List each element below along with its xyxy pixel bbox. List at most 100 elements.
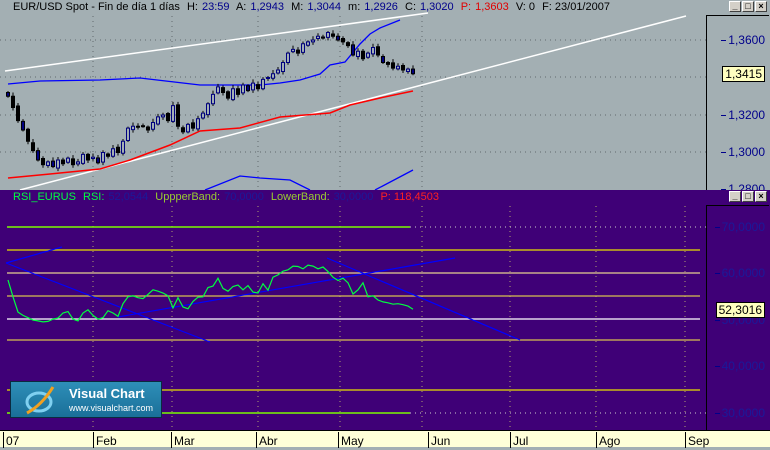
candle-down [26, 128, 30, 142]
a-label: A: [235, 1, 247, 13]
candle-down [136, 125, 140, 128]
lower-band-label: LowerBand: [270, 191, 330, 203]
candle-up [276, 69, 280, 74]
ml-value: 1,2926 [364, 1, 398, 13]
candle-up [81, 153, 85, 164]
candle-up [316, 35, 320, 39]
candle-up [216, 86, 220, 94]
candle-up [151, 122, 155, 130]
candle-up [196, 118, 200, 130]
upper-band-line [7, 19, 401, 86]
candle-up [156, 116, 160, 125]
minimize-button[interactable]: _ [729, 1, 741, 12]
candle-down [176, 104, 180, 127]
candle-up [266, 77, 270, 79]
time-axis[interactable]: 07 Feb Mar Abr May Jun Jul Ago Sep [0, 430, 770, 448]
price-tick: 1,3000 [721, 145, 765, 159]
month-label: Jul [510, 432, 528, 448]
m-label: M: [291, 1, 304, 13]
price-panel: EUR/USD Spot - Fin de día 1 días H: 23:59… [0, 0, 770, 196]
month-label: Mar [171, 432, 195, 448]
candle-up [56, 159, 60, 169]
candle-down [41, 158, 45, 166]
c-label: C: [405, 1, 416, 13]
rsi-tick: 70,0000 [714, 220, 765, 234]
candle-down [346, 42, 350, 47]
rsi-label: RSI: [83, 191, 105, 203]
rsi-value: 52,0544 [108, 191, 149, 203]
month-label: Abr [256, 432, 278, 448]
candle-up [121, 140, 125, 154]
month-label: 07 [3, 432, 19, 448]
candle-up [161, 114, 165, 118]
candle-up [126, 127, 130, 141]
lower-band-line-2 [374, 169, 414, 190]
lower-band-value: 30,0000 [333, 191, 374, 203]
candle-up [306, 41, 310, 46]
candle-up [66, 157, 70, 163]
candle-up [291, 48, 295, 53]
candle-up [186, 123, 190, 133]
price-title: EUR/USD Spot - Fin de día 1 días H: 23:59… [13, 1, 614, 13]
candle-up [201, 112, 205, 119]
candle-up [101, 152, 105, 163]
candle-down [401, 65, 405, 71]
last-rsi-label: 52,3016 [715, 302, 765, 318]
candle-up [241, 84, 245, 94]
candle-up [311, 39, 315, 43]
visual-chart-logo[interactable]: Visual Chart www.visualchart.com [10, 381, 162, 418]
candle-up [231, 88, 235, 101]
m-value: 1,3044 [307, 1, 341, 13]
candle-down [71, 158, 75, 166]
upper-band-value: 70,0000 [224, 191, 264, 203]
p-label: P: 118,4503 [380, 191, 439, 203]
price-axis[interactable]: 1,3600 1,3200 1,3000 1,2800 1,3415 [706, 15, 769, 196]
candle-down [411, 68, 415, 75]
rsi-tick: 40,0000 [714, 359, 765, 373]
candle-down [86, 153, 90, 161]
candle-down [321, 36, 325, 39]
candle-up [356, 50, 360, 57]
candle-down [51, 160, 55, 168]
month-label: Ago [596, 432, 620, 448]
candle-down [146, 126, 150, 131]
candle-down [221, 87, 225, 93]
candle-up [326, 32, 330, 38]
f-label: F: 23/01/2007 [542, 1, 610, 13]
price-window-buttons: _ □ × [729, 1, 767, 12]
candle-down [116, 146, 120, 153]
close-button[interactable]: × [755, 191, 767, 202]
symbol-label: EUR/USD Spot - Fin de día 1 días [13, 1, 180, 13]
a-value: 1,2943 [250, 1, 285, 13]
candle-down [226, 91, 230, 99]
lower-band-line [204, 175, 311, 190]
maximize-button[interactable]: □ [742, 1, 754, 12]
candle-up [286, 52, 290, 63]
h-value: 23:59 [201, 1, 230, 13]
candle-down [376, 46, 380, 56]
candle-up [271, 73, 275, 79]
close-button[interactable]: × [755, 1, 767, 12]
rsi-name: RSI_EURUS [13, 191, 76, 203]
logo-url: www.visualchart.com [69, 403, 154, 413]
last-price-label: 1,3415 [722, 66, 765, 82]
candle-up [251, 82, 255, 91]
maximize-button[interactable]: □ [742, 191, 754, 202]
candle-up [131, 125, 135, 131]
price-tick: 1,3200 [721, 108, 765, 122]
candle-up [211, 93, 215, 105]
p-value: 1,3603 [475, 1, 509, 13]
candle-up [301, 43, 305, 53]
candle-down [31, 142, 35, 152]
candle-down [61, 159, 65, 165]
price-chart[interactable] [0, 0, 706, 190]
candle-down [21, 120, 25, 131]
candle-down [381, 56, 385, 63]
month-label: Feb [93, 432, 117, 448]
candle-up [206, 103, 210, 116]
candle-down [141, 125, 145, 128]
minimize-button[interactable]: _ [729, 191, 741, 202]
rsi-axis[interactable]: 70,0000 60,0000 50,0000 40,0000 30,0000 … [706, 205, 769, 430]
candle-down [351, 44, 355, 56]
ml-label: m: [348, 1, 361, 13]
